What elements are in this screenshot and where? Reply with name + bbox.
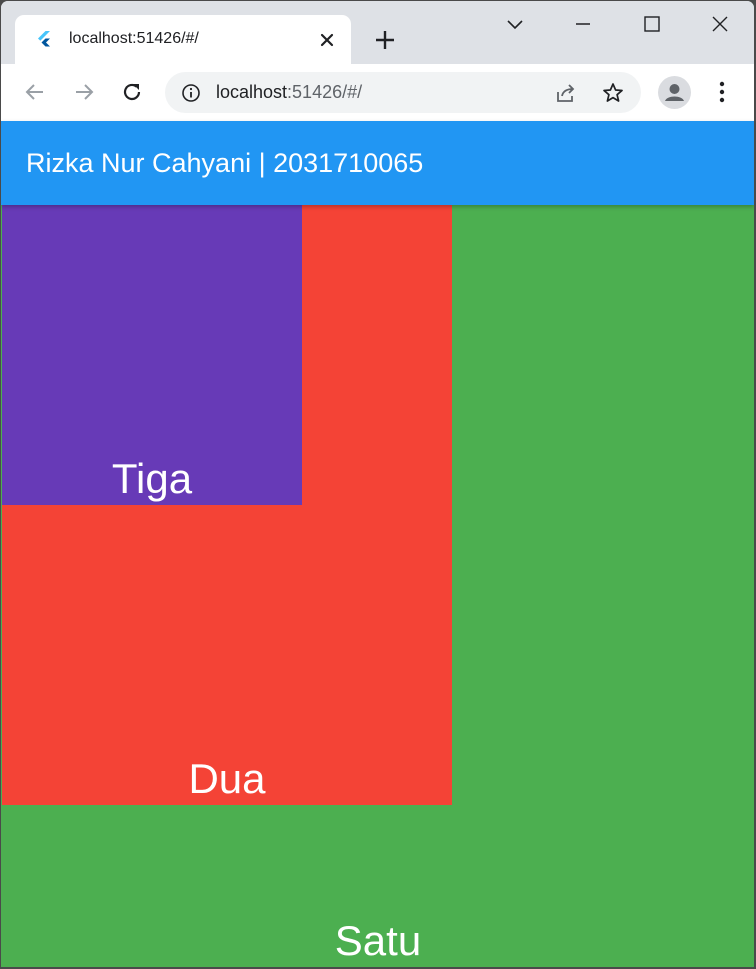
box-dua-label: Dua: [188, 755, 266, 802]
close-tab-icon[interactable]: [317, 30, 337, 50]
browser-toolbar: localhost:51426/#/: [1, 64, 754, 121]
tab-title: localhost:51426/#/: [69, 30, 199, 47]
box-satu-label: Satu: [334, 917, 422, 964]
tab-strip: localhost:51426/#/: [1, 1, 754, 64]
box-tiga-label: Tiga: [111, 455, 193, 502]
site-info-icon[interactable]: [181, 83, 201, 103]
browser-tab[interactable]: localhost:51426/#/: [15, 15, 351, 64]
close-window-icon[interactable]: [707, 11, 733, 37]
minimize-icon[interactable]: [570, 11, 596, 37]
url-text[interactable]: localhost:51426/#/: [216, 82, 362, 103]
address-bar[interactable]: localhost:51426/#/: [165, 72, 641, 113]
url-path: :51426/#/: [287, 82, 363, 102]
app-title: Rizka Nur Cahyani | 2031710065: [26, 148, 424, 178]
web-page: Rizka Nur Cahyani | 2031710065 Satu Dua …: [1, 121, 754, 967]
bookmark-star-icon[interactable]: [601, 81, 625, 105]
browser-window: localhost:51426/#/ localhost:51426/#/ Ri…: [1, 1, 754, 967]
profile-avatar-icon[interactable]: [658, 76, 691, 109]
new-tab-icon[interactable]: [373, 28, 397, 52]
share-icon[interactable]: [554, 81, 578, 105]
url-host: localhost: [216, 82, 288, 102]
app-bar: Rizka Nur Cahyani | 2031710065: [1, 121, 754, 205]
flutter-icon: [35, 30, 53, 48]
more-options-icon[interactable]: [710, 79, 734, 105]
forward-arrow-icon[interactable]: [71, 79, 97, 105]
maximize-icon[interactable]: [639, 11, 665, 37]
tab-search-chevron-icon[interactable]: [502, 11, 528, 37]
back-arrow-icon[interactable]: [22, 79, 48, 105]
box-tiga: Tiga: [2, 205, 302, 505]
reload-icon[interactable]: [119, 79, 145, 105]
